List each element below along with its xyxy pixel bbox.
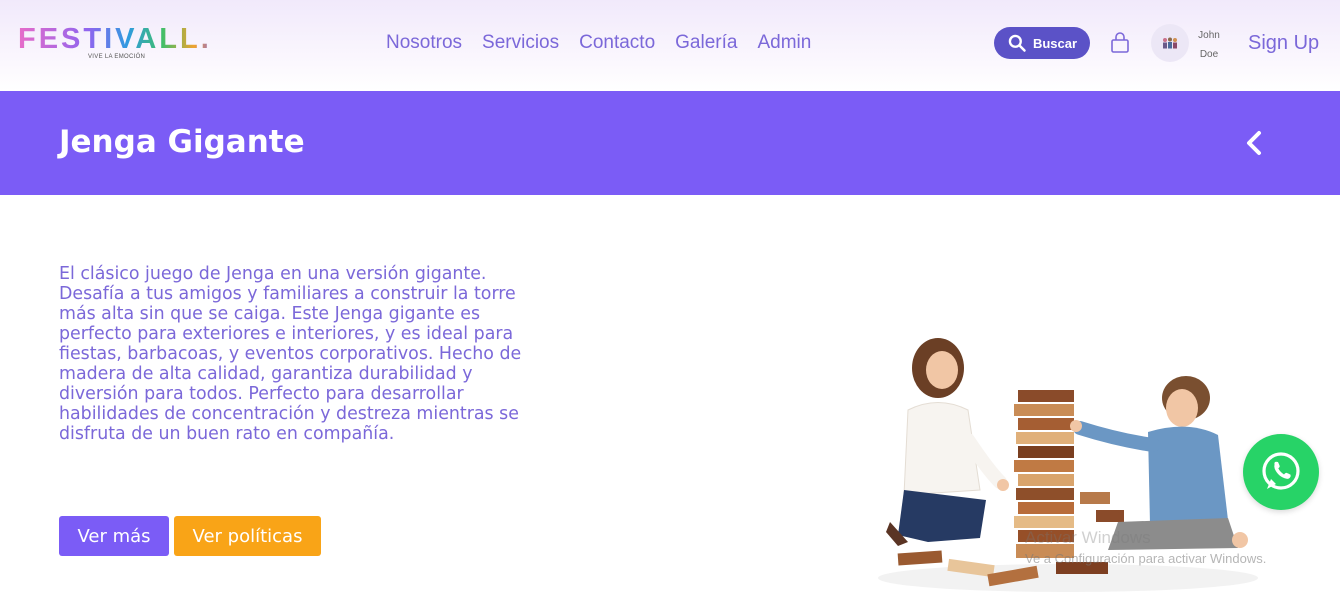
search-button[interactable]: Buscar xyxy=(994,27,1090,59)
whatsapp-icon xyxy=(1262,452,1300,490)
boy-figure xyxy=(1070,376,1248,550)
logo-wordmark: FESTIVALL. xyxy=(18,24,218,54)
avatar-icon xyxy=(1163,37,1177,49)
whatsapp-button[interactable] xyxy=(1243,434,1319,510)
chevron-left-icon[interactable] xyxy=(1240,127,1270,159)
girl-figure xyxy=(886,338,1009,546)
bag-icon[interactable] xyxy=(1110,32,1130,54)
nav-link-admin[interactable]: Admin xyxy=(757,32,811,54)
page-title: Jenga Gigante xyxy=(59,124,305,160)
nav-link-servicios[interactable]: Servicios xyxy=(482,32,559,54)
nav-link-nosotros[interactable]: Nosotros xyxy=(386,32,462,54)
user-first-name: John xyxy=(1198,30,1220,41)
main-nav: Nosotros Servicios Contacto Galería Admi… xyxy=(386,32,811,54)
os-activation-watermark-text: Ve a Configuración para activar Windows. xyxy=(1025,551,1267,566)
nav-link-galeria[interactable]: Galería xyxy=(675,32,737,54)
ver-mas-button[interactable]: Ver más xyxy=(59,516,169,556)
site-header: FESTIVALL. VIVE LA EMOCIÓN Nosotros Serv… xyxy=(0,0,1340,91)
user-last-name: Doe xyxy=(1199,49,1219,60)
avatar[interactable] xyxy=(1151,24,1189,62)
nav-link-contacto[interactable]: Contacto xyxy=(579,32,655,54)
product-description: El clásico juego de Jenga en una versión… xyxy=(59,264,522,444)
sign-up-link[interactable]: Sign Up xyxy=(1248,32,1319,55)
ver-politicas-button[interactable]: Ver políticas xyxy=(174,516,321,556)
user-name[interactable]: John Doe xyxy=(1196,26,1222,64)
title-banner: Jenga Gigante xyxy=(0,91,1340,195)
logo-tagline: VIVE LA EMOCIÓN xyxy=(88,54,146,60)
search-icon xyxy=(1008,34,1026,52)
os-activation-watermark-title: Activar Windows xyxy=(1025,528,1151,547)
search-button-label: Buscar xyxy=(1032,35,1078,51)
site-logo[interactable]: FESTIVALL. VIVE LA EMOCIÓN xyxy=(18,24,218,64)
